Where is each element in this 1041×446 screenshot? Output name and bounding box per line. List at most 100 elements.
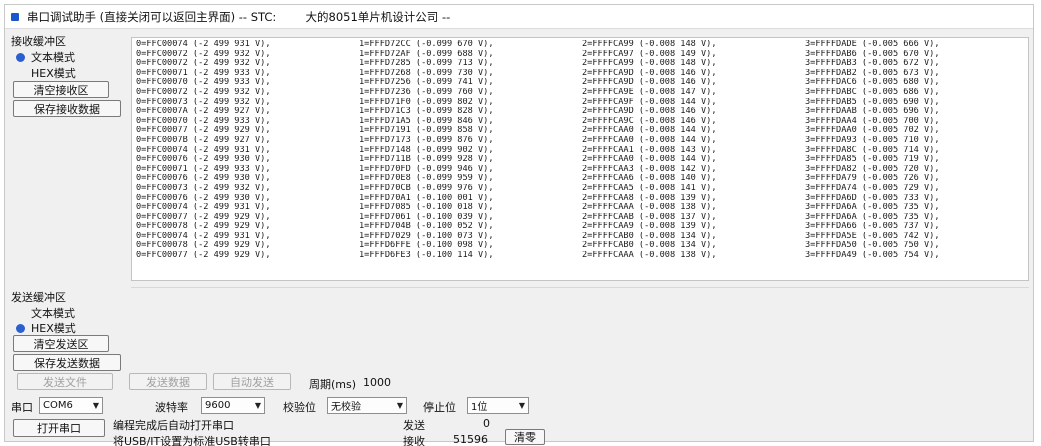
receive-cell: 3=FFFFDA82 (-0.005 720 V), xyxy=(805,164,940,174)
open-port-button[interactable]: 打开串口 xyxy=(13,419,105,437)
send-data-button[interactable]: 发送数据 xyxy=(129,373,207,390)
clear-counts-button[interactable]: 清零 xyxy=(505,429,545,445)
receive-line: 0=FFC00074 (-2 499 931 V), 1=FFFD7029 (-0… xyxy=(136,232,1028,242)
receive-cell: 2=FFFFCA9D (-0.008 146 V), xyxy=(582,107,717,117)
send-text-mode-radio[interactable]: 文本模式 xyxy=(17,305,75,321)
sent-count-value: 0 xyxy=(483,417,490,430)
receive-cell: 1=FFFD7029 (-0.100 073 V), xyxy=(359,231,494,241)
radio-selected-icon xyxy=(17,53,24,61)
receive-cell: 2=FFFFCAB0 (-0.008 134 V), xyxy=(582,231,717,241)
receive-cell: 1=FFFD70FD (-0.099 946 V), xyxy=(359,164,494,174)
receive-cell: 2=FFFFCAA8 (-0.008 139 V), xyxy=(582,193,717,203)
receive-text-mode-radio[interactable]: 文本模式 xyxy=(17,49,75,65)
receive-cell: 2=FFFFCAB0 (-0.008 134 V), xyxy=(582,241,717,251)
usb-serial-option[interactable]: 将USB/IT设置为标准USB转串口 xyxy=(113,433,271,446)
receive-line: 0=FFC00077 (-2 499 929 V), 1=FFFD6FE3 (-0… xyxy=(136,251,1028,261)
receive-cell: 3=FFFFDA85 (-0.005 719 V), xyxy=(805,155,940,165)
receive-cell: 3=FFFFDA6A (-0.005 735 V), xyxy=(805,203,940,213)
receive-cell: 0=FFC00078 (-2 499 929 V), xyxy=(136,241,271,251)
receive-line: 0=FFC00074 (-2 499 931 V), 1=FFFD7148 (-0… xyxy=(136,146,1028,156)
receive-line: 0=FFC00076 (-2 499 930 V), 1=FFFD70E8 (-0… xyxy=(136,174,1028,184)
receive-cell: 3=FFFFDA5E (-0.005 742 V), xyxy=(805,231,940,241)
receive-cell: 1=FFFD7061 (-0.100 039 V), xyxy=(359,212,494,222)
receive-cell: 2=FFFFCA9D (-0.008 146 V), xyxy=(582,78,717,88)
receive-cell: 0=FFC00076 (-2 499 930 V), xyxy=(136,174,271,184)
receive-line: 0=FFC00072 (-2 499 932 V), 1=FFFD72AF (-0… xyxy=(136,50,1028,60)
send-text-area[interactable] xyxy=(131,287,1029,371)
receive-cell: 0=FFC00074 (-2 499 931 V), xyxy=(136,231,271,241)
receive-cell: 2=FFFFCAA9 (-0.008 139 V), xyxy=(582,222,717,232)
receive-cell: 0=FFC00072 (-2 499 932 V), xyxy=(136,49,271,59)
receive-cell: 3=FFFFDAAB (-0.005 696 V), xyxy=(805,107,940,117)
receive-cell: 2=FFFFCA97 (-0.008 149 V), xyxy=(582,49,717,59)
receive-cell: 3=FFFFDADE (-0.005 666 V), xyxy=(805,40,940,49)
parity-select[interactable]: 无校验 ▼ xyxy=(327,397,407,414)
auto-open-label: 编程完成后自动打开串口 xyxy=(113,419,234,432)
receive-line: 0=FFC00070 (-2 499 933 V), 1=FFFD71A5 (-0… xyxy=(136,117,1028,127)
serial-debug-window: 串口调试助手 (直接关闭可以返回主界面) -- STC: 大的8051单片机设计… xyxy=(4,4,1034,446)
receive-line: 0=FFC00071 (-2 499 933 V), 1=FFFD7268 (-0… xyxy=(136,69,1028,79)
parity-value: 无校验 xyxy=(331,402,361,413)
receive-text-area[interactable]: 0=FFC00074 (-2 499 931 V), 1=FFFD72CC (-0… xyxy=(131,37,1029,281)
receive-cell: 0=FFC00074 (-2 499 931 V), xyxy=(136,40,271,49)
clear-send-button[interactable]: 清空发送区 xyxy=(13,335,109,352)
receive-cell: 2=FFFFCA9E (-0.008 147 V), xyxy=(582,87,717,97)
receive-cell: 1=FFFD71C3 (-0.099 828 V), xyxy=(359,107,494,117)
receive-cell: 0=FFC00077 (-2 499 929 V), xyxy=(136,212,271,222)
receive-cell: 1=FFFD70CB (-0.099 976 V), xyxy=(359,183,494,193)
receive-cell: 3=FFFFDABC (-0.005 686 V), xyxy=(805,87,940,97)
receive-cell: 0=FFC00076 (-2 499 930 V), xyxy=(136,155,271,165)
receive-cell: 3=FFFFDA93 (-0.005 710 V), xyxy=(805,135,940,145)
save-receive-button[interactable]: 保存接收数据 xyxy=(13,100,121,117)
stop-bits-select[interactable]: 1位 ▼ xyxy=(467,397,529,414)
receive-cell: 2=FFFFCAA0 (-0.008 144 V), xyxy=(582,126,717,136)
stop-bits-value: 1位 xyxy=(471,402,488,413)
receive-cell: 0=FFC00077 (-2 499 929 V), xyxy=(136,251,271,261)
save-send-button[interactable]: 保存发送数据 xyxy=(13,354,121,371)
radio-unselected-icon xyxy=(17,70,24,77)
auto-open-option[interactable]: 编程完成后自动打开串口 xyxy=(113,417,234,433)
receive-rows: 0=FFC00074 (-2 499 931 V), 1=FFFD72CC (-0… xyxy=(136,40,1028,261)
receive-cell: 1=FFFD72AF (-0.099 688 V), xyxy=(359,49,494,59)
receive-line: 0=FFC00073 (-2 499 932 V), 1=FFFD71F0 (-0… xyxy=(136,98,1028,108)
baud-select[interactable]: 9600 ▼ xyxy=(201,397,265,414)
receive-line: 0=FFC00078 (-2 499 929 V), 1=FFFD6FFE (-0… xyxy=(136,241,1028,251)
receive-line: 0=FFC0007A (-2 499 927 V), 1=FFFD71C3 (-0… xyxy=(136,107,1028,117)
receive-cell: 3=FFFFDAA0 (-0.005 702 V), xyxy=(805,126,940,136)
receive-hex-mode-radio[interactable]: HEX模式 xyxy=(17,65,76,81)
receive-text-mode-label: 文本模式 xyxy=(31,51,75,64)
period-label: 周期(ms) xyxy=(309,378,357,391)
period-value: 1000 xyxy=(363,376,391,389)
receive-cell: 1=FFFD71A5 (-0.099 846 V), xyxy=(359,116,494,126)
receive-cell: 1=FFFD7236 (-0.099 760 V), xyxy=(359,87,494,97)
port-select[interactable]: COM6 ▼ xyxy=(39,397,103,414)
receive-line: 0=FFC00071 (-2 499 933 V), 1=FFFD70FD (-0… xyxy=(136,165,1028,175)
auto-send-button[interactable]: 自动发送 xyxy=(213,373,291,390)
receive-cell: 1=FFFD6FFE (-0.100 098 V), xyxy=(359,241,494,251)
receive-cell: 0=FFC00078 (-2 499 929 V), xyxy=(136,222,271,232)
receive-cell: 2=FFFFCAA6 (-0.008 140 V), xyxy=(582,174,717,184)
receive-line: 0=FFC00074 (-2 499 931 V), 1=FFFD7085 (-0… xyxy=(136,203,1028,213)
receive-cell: 3=FFFFDA6A (-0.005 735 V), xyxy=(805,212,940,222)
receive-cell: 3=FFFFDAB6 (-0.005 670 V), xyxy=(805,49,940,59)
receive-line: 0=FFC00077 (-2 499 929 V), 1=FFFD7061 (-0… xyxy=(136,213,1028,223)
recv-count-value: 51596 xyxy=(453,433,488,446)
chevron-down-icon: ▼ xyxy=(396,401,404,410)
receive-cell: 0=FFC00071 (-2 499 933 V), xyxy=(136,164,271,174)
clear-receive-button[interactable]: 清空接收区 xyxy=(13,81,109,98)
receive-cell: 1=FFFD7256 (-0.099 741 V), xyxy=(359,78,494,88)
receive-cell: 2=FFFFCAAA (-0.008 138 V), xyxy=(582,203,717,213)
send-hex-mode-radio[interactable]: HEX模式 xyxy=(17,320,76,336)
receive-cell: 2=FFFFCAA3 (-0.008 142 V), xyxy=(582,164,717,174)
receive-cell: 3=FFFFDA74 (-0.005 729 V), xyxy=(805,183,940,193)
receive-cell: 3=FFFFDA50 (-0.005 750 V), xyxy=(805,241,940,251)
receive-cell: 3=FFFFDAB2 (-0.005 673 V), xyxy=(805,68,940,78)
baud-label: 波特率 xyxy=(155,401,188,414)
receive-cell: 3=FFFFDA49 (-0.005 754 V), xyxy=(805,251,940,261)
baud-value: 9600 xyxy=(205,400,231,411)
chevron-down-icon: ▼ xyxy=(254,401,262,410)
send-file-button[interactable]: 发送文件 xyxy=(17,373,113,390)
receive-cell: 2=FFFFCAA0 (-0.008 144 V), xyxy=(582,155,717,165)
receive-cell: 0=FFC00071 (-2 499 933 V), xyxy=(136,68,271,78)
receive-cell: 2=FFFFCAA0 (-0.008 144 V), xyxy=(582,135,717,145)
